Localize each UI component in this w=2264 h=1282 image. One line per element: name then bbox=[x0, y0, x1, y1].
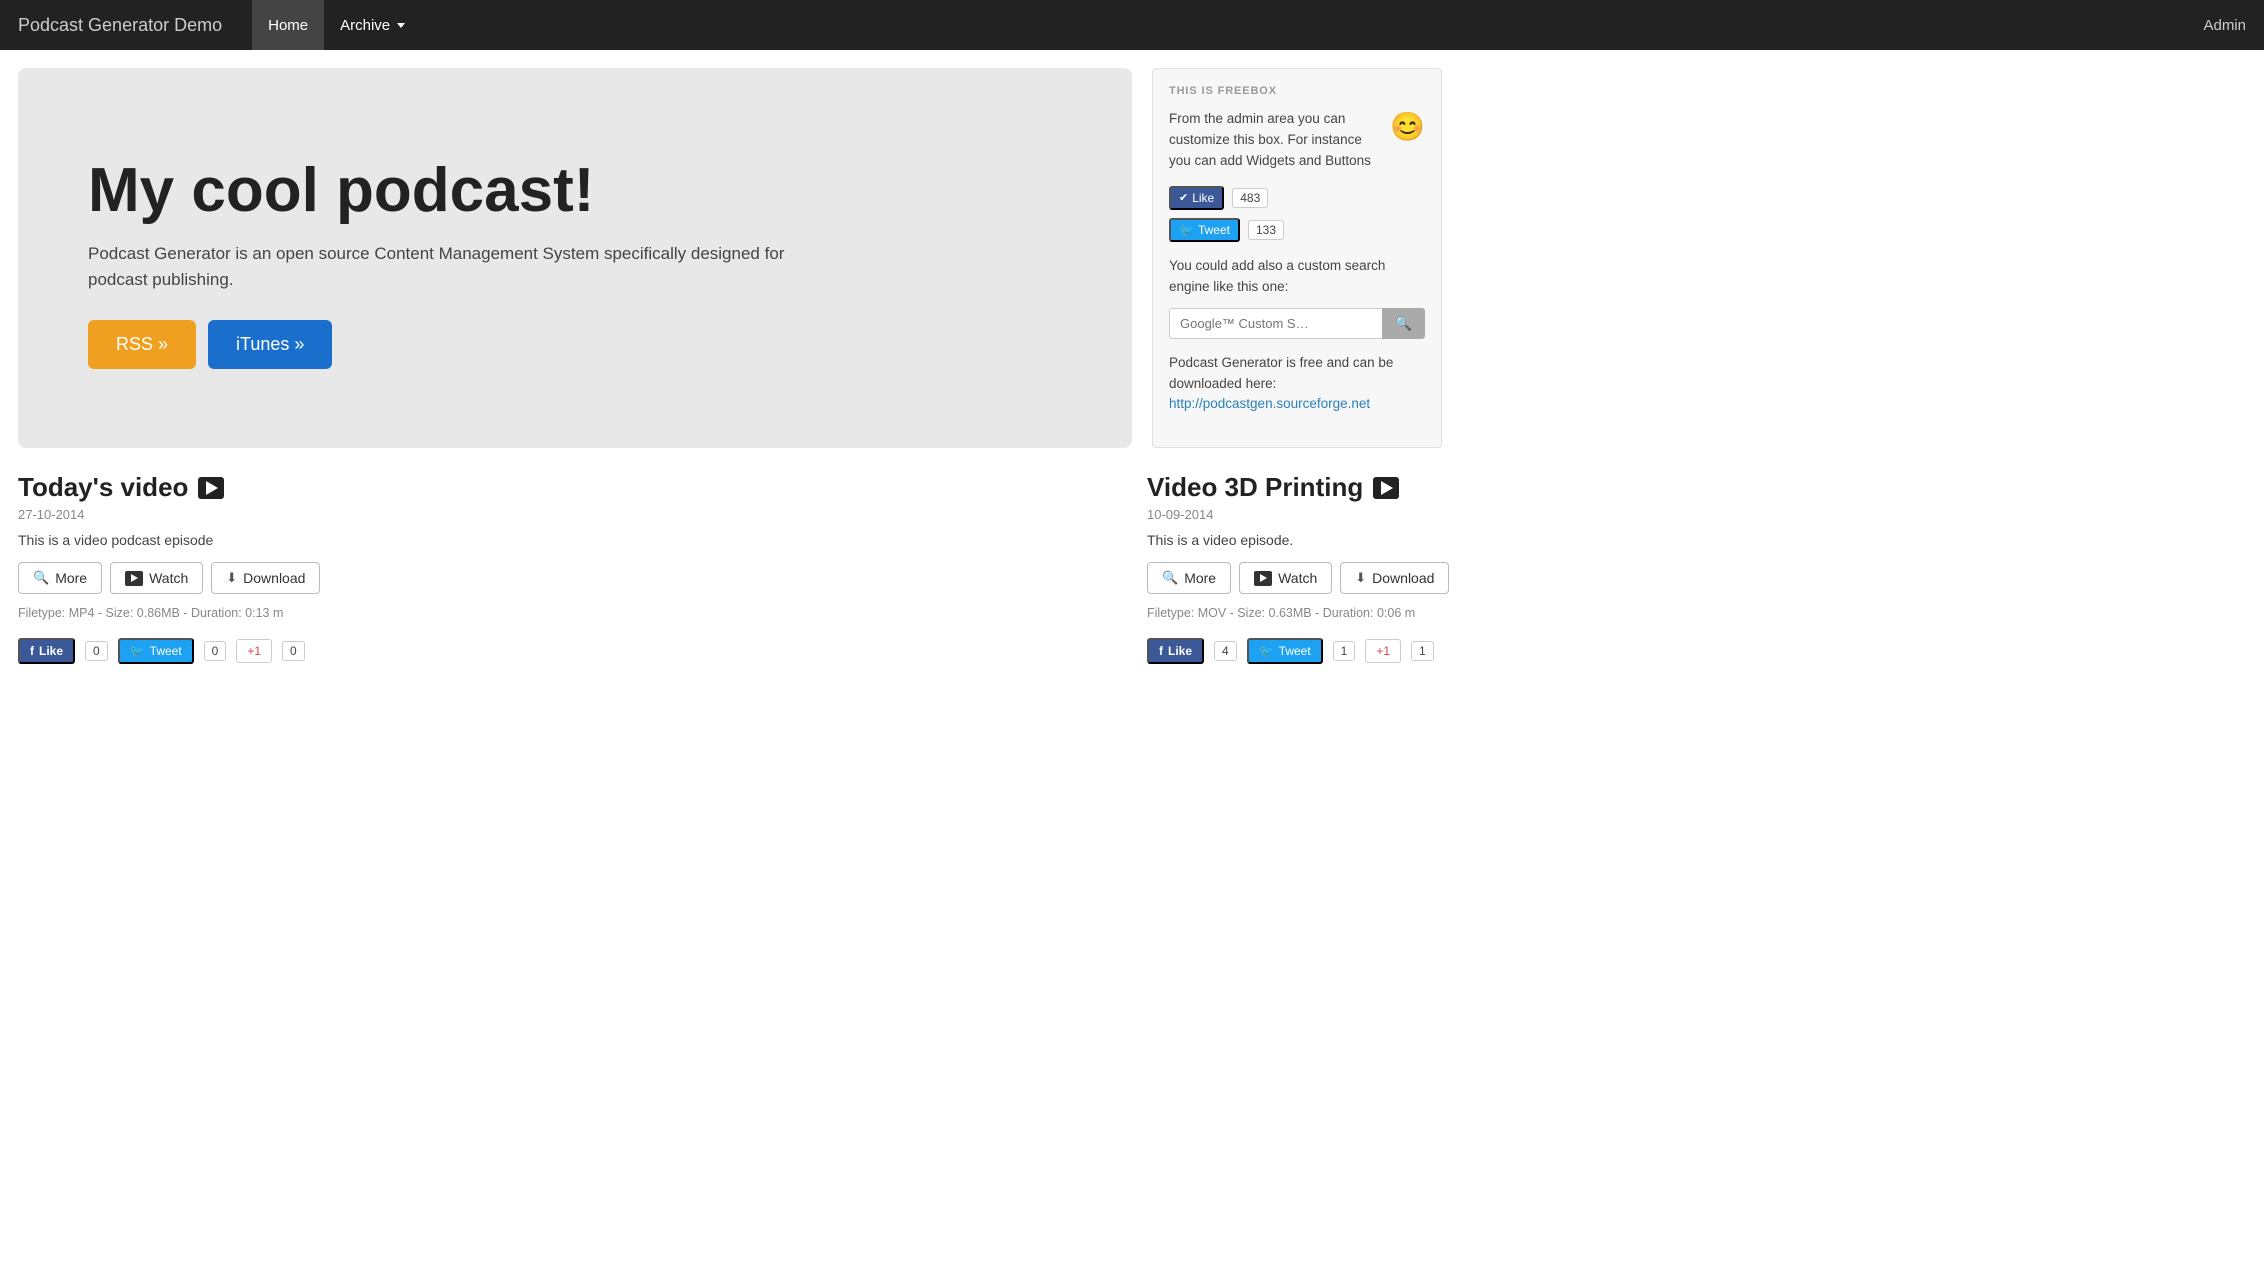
navbar: Podcast Generator Demo Home Archive Admi… bbox=[0, 0, 2264, 50]
play-icon-2 bbox=[1373, 477, 1399, 499]
fb-icon-2: f bbox=[1159, 644, 1163, 658]
sidebar-social-like-row: ✔ Like 483 bbox=[1169, 186, 1425, 210]
search-icon-1: 🔍 bbox=[33, 570, 49, 586]
hero-buttons: RSS » iTunes » bbox=[88, 320, 1082, 369]
hero-title: My cool podcast! bbox=[88, 157, 1082, 225]
play-triangle-1 bbox=[206, 481, 218, 495]
episode-desc-2: This is a video episode. bbox=[1147, 532, 2246, 548]
checkmark-icon: ✔ bbox=[1179, 191, 1188, 204]
episode-title-1: Today's video bbox=[18, 472, 188, 503]
download-icon-2: ⬇ bbox=[1355, 570, 1366, 586]
episode-actions-1: 🔍 More Watch ⬇ Download bbox=[18, 562, 1117, 594]
ep2-fb-count: 4 bbox=[1214, 641, 1237, 661]
rss-button[interactable]: RSS » bbox=[88, 320, 196, 369]
sidebar-tweet-button[interactable]: 🐦 Tweet bbox=[1169, 218, 1240, 242]
sidebar-footer: Podcast Generator is free and can be dow… bbox=[1169, 353, 1425, 416]
play-icon-1 bbox=[198, 477, 224, 499]
download-icon-1: ⬇ bbox=[226, 570, 237, 586]
social-card-2: f Like 4 🐦 Tweet 1 +1 1 bbox=[1147, 638, 2246, 664]
tw-icon-2: 🐦 bbox=[1259, 644, 1274, 658]
hero-description: Podcast Generator is an open source Cont… bbox=[88, 241, 788, 292]
nav-home[interactable]: Home bbox=[252, 0, 324, 50]
sidebar-like-button[interactable]: ✔ Like bbox=[1169, 186, 1224, 210]
episode-date-2: 10-09-2014 bbox=[1147, 507, 2246, 522]
more-button-2[interactable]: 🔍 More bbox=[1147, 562, 1231, 594]
episode-desc-1: This is a video podcast episode bbox=[18, 532, 1117, 548]
watch-icon-1 bbox=[125, 570, 143, 586]
watch-icon-2 bbox=[1254, 570, 1272, 586]
sidebar: THIS IS FREEBOX 😊 From the admin area yo… bbox=[1152, 68, 1442, 448]
ep2-fb-like-button[interactable]: f Like bbox=[1147, 638, 1204, 664]
search-icon-2: 🔍 bbox=[1162, 570, 1178, 586]
nav-archive[interactable]: Archive bbox=[324, 0, 421, 50]
social-card-1: f Like 0 🐦 Tweet 0 +1 0 bbox=[18, 638, 1117, 664]
fb-icon-1: f bbox=[30, 644, 34, 658]
play-triangle-2 bbox=[1381, 481, 1393, 495]
episode-title-row-1: Today's video bbox=[18, 472, 1117, 503]
episode-title-2: Video 3D Printing bbox=[1147, 472, 1363, 503]
ep2-gplus-count: 1 bbox=[1411, 641, 1434, 661]
watch-button-2[interactable]: Watch bbox=[1239, 562, 1332, 594]
sidebar-tweet-count: 133 bbox=[1248, 220, 1284, 240]
sidebar-search-input[interactable] bbox=[1169, 308, 1382, 339]
site-title: Podcast Generator Demo bbox=[18, 15, 222, 36]
itunes-button[interactable]: iTunes » bbox=[208, 320, 332, 369]
ep2-gplus-button[interactable]: +1 bbox=[1365, 639, 1401, 663]
sourceforge-link[interactable]: http://podcastgen.sourceforge.net bbox=[1169, 396, 1370, 411]
nav-items: Home Archive bbox=[252, 0, 2203, 50]
admin-link[interactable]: Admin bbox=[2203, 17, 2246, 34]
sidebar-search-row: 🔍 bbox=[1169, 308, 1425, 339]
sidebar-heading: THIS IS FREEBOX bbox=[1169, 85, 1425, 97]
episodes-section: Today's video 27-10-2014 This is a video… bbox=[0, 448, 2264, 638]
twitter-bird-icon: 🐦 bbox=[1179, 223, 1194, 237]
tw-icon-1: 🐦 bbox=[130, 644, 145, 658]
hero-section: My cool podcast! Podcast Generator is an… bbox=[18, 68, 1132, 448]
more-button-1[interactable]: 🔍 More bbox=[18, 562, 102, 594]
ep2-tw-count: 1 bbox=[1333, 641, 1356, 661]
chevron-down-icon bbox=[397, 23, 405, 28]
ep1-gplus-count: 0 bbox=[282, 641, 305, 661]
episode-title-row-2: Video 3D Printing bbox=[1147, 472, 2246, 503]
ep1-tweet-button[interactable]: 🐦 Tweet bbox=[118, 638, 194, 664]
smiley-icon: 😊 bbox=[1390, 105, 1425, 148]
episode-actions-2: 🔍 More Watch ⬇ Download bbox=[1147, 562, 2246, 594]
episode-card-2: Video 3D Printing 10-09-2014 This is a v… bbox=[1147, 472, 2246, 620]
download-button-1[interactable]: ⬇ Download bbox=[211, 562, 320, 594]
sidebar-search-label: You could add also a custom search engin… bbox=[1169, 256, 1425, 298]
watch-button-1[interactable]: Watch bbox=[110, 562, 203, 594]
ep1-gplus-button[interactable]: +1 bbox=[236, 639, 272, 663]
sidebar-search-button[interactable]: 🔍 bbox=[1382, 308, 1425, 339]
main-content: My cool podcast! Podcast Generator is an… bbox=[0, 50, 1460, 448]
ep2-tweet-button[interactable]: 🐦 Tweet bbox=[1247, 638, 1323, 664]
sidebar-social-tweet-row: 🐦 Tweet 133 bbox=[1169, 218, 1425, 242]
episode-meta-2: Filetype: MOV - Size: 0.63MB - Duration:… bbox=[1147, 606, 2246, 620]
episode-card-1: Today's video 27-10-2014 This is a video… bbox=[18, 472, 1117, 620]
sidebar-body: 😊 From the admin area you can customize … bbox=[1169, 109, 1425, 172]
sidebar-like-count: 483 bbox=[1232, 188, 1268, 208]
ep1-tw-count: 0 bbox=[204, 641, 227, 661]
ep1-fb-count: 0 bbox=[85, 641, 108, 661]
episode-meta-1: Filetype: MP4 - Size: 0.86MB - Duration:… bbox=[18, 606, 1117, 620]
social-rows: f Like 0 🐦 Tweet 0 +1 0 f Like 4 🐦 Tweet… bbox=[0, 638, 2264, 688]
download-button-2[interactable]: ⬇ Download bbox=[1340, 562, 1449, 594]
ep1-fb-like-button[interactable]: f Like bbox=[18, 638, 75, 664]
episode-date-1: 27-10-2014 bbox=[18, 507, 1117, 522]
